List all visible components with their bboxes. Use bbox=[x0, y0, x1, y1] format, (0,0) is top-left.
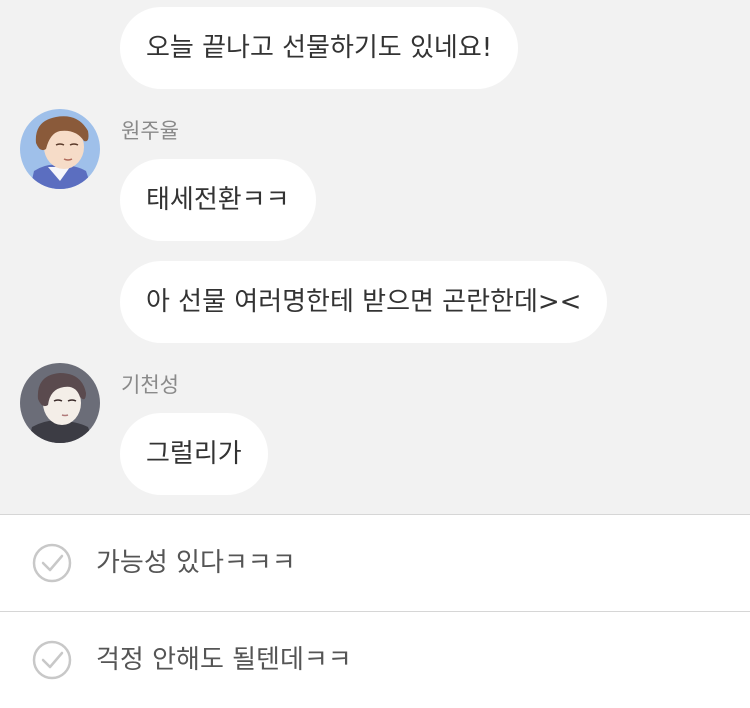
message-bubble: 태세전환ㅋㅋ bbox=[120, 159, 316, 241]
message-bubble: 아 선물 여러명한테 받으면 곤란한데>< bbox=[120, 261, 608, 343]
message-bubble: 그럴리가 bbox=[120, 413, 268, 495]
check-circle-icon bbox=[32, 640, 72, 680]
boy-with-brown-hair-avatar-icon bbox=[20, 109, 100, 189]
message-text: 태세전환ㅋㅋ bbox=[146, 185, 290, 215]
message-text: 오늘 끝나고 선물하기도 있네요! bbox=[146, 33, 493, 63]
avatar[interactable] bbox=[20, 363, 100, 443]
reply-option-label: 가능성 있다ㅋㅋㅋ bbox=[96, 548, 296, 578]
reply-option[interactable]: 걱정 안해도 될텐데ㅋㅋ bbox=[0, 611, 750, 708]
boy-with-dark-hair-avatar-icon bbox=[20, 363, 100, 443]
sender-name: 기천성 bbox=[121, 373, 179, 397]
avatar[interactable] bbox=[20, 109, 100, 189]
reply-option-label: 걱정 안해도 될텐데ㅋㅋ bbox=[96, 645, 352, 675]
message-text: 아 선물 여러명한테 받으면 곤란한데>< bbox=[146, 287, 582, 317]
check-circle-icon bbox=[32, 543, 72, 583]
reply-options: 가능성 있다ㅋㅋㅋ 걱정 안해도 될텐데ㅋㅋ bbox=[0, 514, 750, 708]
chat-area: 오늘 끝나고 선물하기도 있네요! 원주율 태세전환ㅋㅋ 아 선물 여러명한테 … bbox=[0, 0, 750, 514]
sender-name: 원주율 bbox=[121, 119, 179, 143]
message-bubble: 오늘 끝나고 선물하기도 있네요! bbox=[120, 7, 519, 89]
reply-option[interactable]: 가능성 있다ㅋㅋㅋ bbox=[0, 515, 750, 611]
message-text: 그럴리가 bbox=[146, 439, 242, 469]
